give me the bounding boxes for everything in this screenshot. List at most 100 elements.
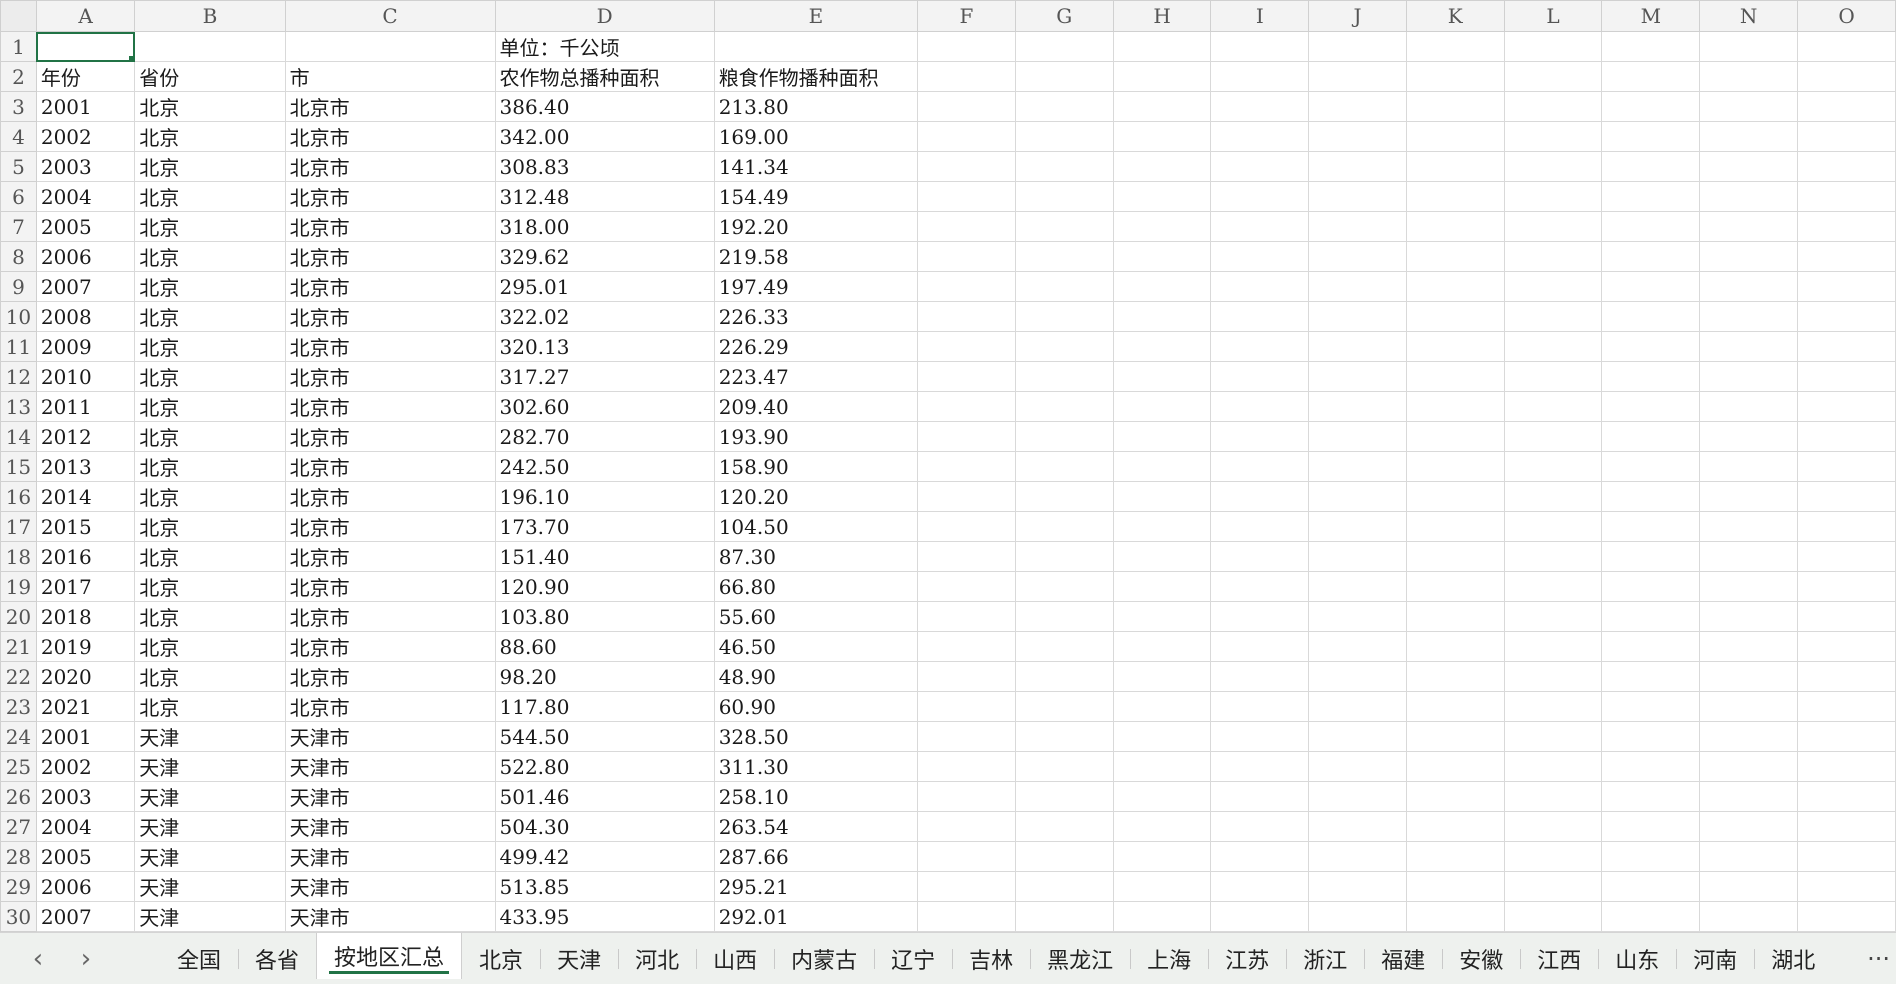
cell-o2[interactable]: [1797, 61, 1896, 92]
cell-j3[interactable]: [1308, 91, 1407, 122]
cell-c7[interactable]: 北京市: [284, 211, 496, 242]
cell-n19[interactable]: [1699, 571, 1799, 602]
cell-a29[interactable]: 2006: [35, 871, 136, 902]
cell-i23[interactable]: [1210, 691, 1310, 722]
row-header[interactable]: 3: [0, 91, 37, 122]
cell-k10[interactable]: [1405, 301, 1505, 332]
column-header-c[interactable]: C: [284, 0, 496, 32]
cell-d26[interactable]: 501.46: [494, 781, 715, 812]
cell-m11[interactable]: [1601, 331, 1701, 362]
cell-j24[interactable]: [1308, 721, 1407, 752]
cell-m16[interactable]: [1601, 481, 1701, 512]
cell-l3[interactable]: [1503, 91, 1603, 122]
cell-e2[interactable]: 粮食作物播种面积: [713, 61, 919, 92]
cell-h21[interactable]: [1112, 631, 1212, 662]
cell-c29[interactable]: 天津市: [284, 871, 496, 902]
cell-c22[interactable]: 北京市: [284, 661, 496, 692]
cell-m30[interactable]: [1601, 901, 1701, 932]
cell-f23[interactable]: [917, 691, 1016, 722]
cell-a25[interactable]: 2002: [35, 751, 136, 782]
cell-c3[interactable]: 北京市: [284, 91, 496, 122]
cell-i20[interactable]: [1210, 601, 1310, 632]
column-header-f[interactable]: F: [917, 0, 1016, 32]
cell-d14[interactable]: 282.70: [494, 421, 715, 452]
cell-d23[interactable]: 117.80: [494, 691, 715, 722]
cell-i27[interactable]: [1210, 811, 1310, 842]
cell-h11[interactable]: [1112, 331, 1212, 362]
cell-k2[interactable]: [1405, 61, 1505, 92]
cell-a17[interactable]: 2015: [35, 511, 136, 542]
cell-n8[interactable]: [1699, 241, 1799, 272]
cell-c28[interactable]: 天津市: [284, 841, 496, 872]
cell-k6[interactable]: [1405, 181, 1505, 212]
row-header[interactable]: 4: [0, 121, 37, 152]
sheet-tab[interactable]: 按地区汇总: [316, 933, 463, 979]
cell-d1[interactable]: 单位：千公顷: [494, 31, 715, 62]
cell-f24[interactable]: [917, 721, 1016, 752]
cell-l17[interactable]: [1503, 511, 1603, 542]
cell-a14[interactable]: 2012: [35, 421, 136, 452]
row-header[interactable]: 7: [0, 211, 37, 242]
cell-i1[interactable]: [1210, 31, 1310, 62]
cell-n7[interactable]: [1699, 211, 1799, 242]
cell-d25[interactable]: 522.80: [494, 751, 715, 782]
cell-o19[interactable]: [1797, 571, 1896, 602]
row-header[interactable]: 2: [0, 61, 37, 92]
cell-c21[interactable]: 北京市: [284, 631, 496, 662]
cell-b22[interactable]: 北京: [134, 661, 286, 692]
column-header-b[interactable]: B: [134, 0, 286, 32]
cell-o17[interactable]: [1797, 511, 1896, 542]
cell-n1[interactable]: [1699, 31, 1799, 62]
cell-a23[interactable]: 2021: [35, 691, 136, 722]
sheet-tab[interactable]: 黑龙江: [1030, 933, 1130, 985]
cell-i15[interactable]: [1210, 451, 1310, 482]
cell-k17[interactable]: [1405, 511, 1505, 542]
cell-n9[interactable]: [1699, 271, 1799, 302]
cell-d22[interactable]: 98.20: [494, 661, 715, 692]
cell-i30[interactable]: [1210, 901, 1310, 932]
cell-g30[interactable]: [1014, 901, 1114, 932]
cell-c19[interactable]: 北京市: [284, 571, 496, 602]
cell-a5[interactable]: 2003: [35, 151, 136, 182]
cell-i28[interactable]: [1210, 841, 1310, 872]
cell-g14[interactable]: [1014, 421, 1114, 452]
cell-b16[interactable]: 北京: [134, 481, 286, 512]
cell-f13[interactable]: [917, 391, 1016, 422]
cell-h23[interactable]: [1112, 691, 1212, 722]
cell-e12[interactable]: 223.47: [713, 361, 919, 392]
cell-m8[interactable]: [1601, 241, 1701, 272]
cell-g19[interactable]: [1014, 571, 1114, 602]
cell-d28[interactable]: 499.42: [494, 841, 715, 872]
row-header[interactable]: 1: [0, 31, 37, 62]
row-header[interactable]: 14: [0, 421, 37, 452]
cell-c4[interactable]: 北京市: [284, 121, 496, 152]
cell-e3[interactable]: 213.80: [713, 91, 919, 122]
cell-j18[interactable]: [1308, 541, 1407, 572]
cell-h25[interactable]: [1112, 751, 1212, 782]
cell-b9[interactable]: 北京: [134, 271, 286, 302]
cell-j10[interactable]: [1308, 301, 1407, 332]
cell-d30[interactable]: 433.95: [494, 901, 715, 932]
cell-g15[interactable]: [1014, 451, 1114, 482]
row-header[interactable]: 28: [0, 841, 37, 872]
cell-o20[interactable]: [1797, 601, 1896, 632]
cell-f26[interactable]: [917, 781, 1016, 812]
cell-b20[interactable]: 北京: [134, 601, 286, 632]
cell-a7[interactable]: 2005: [35, 211, 136, 242]
cell-b13[interactable]: 北京: [134, 391, 286, 422]
sheet-tab[interactable]: 江西: [1520, 933, 1598, 985]
cell-o1[interactable]: [1797, 31, 1896, 62]
cell-d7[interactable]: 318.00: [494, 211, 715, 242]
cell-j19[interactable]: [1308, 571, 1407, 602]
cell-e19[interactable]: 66.80: [713, 571, 919, 602]
cell-f4[interactable]: [917, 121, 1016, 152]
cell-e8[interactable]: 219.58: [713, 241, 919, 272]
cell-m26[interactable]: [1601, 781, 1701, 812]
cell-k28[interactable]: [1405, 841, 1505, 872]
cell-f17[interactable]: [917, 511, 1016, 542]
cell-a9[interactable]: 2007: [35, 271, 136, 302]
cell-m29[interactable]: [1601, 871, 1701, 902]
cell-b3[interactable]: 北京: [134, 91, 286, 122]
sheet-tab[interactable]: 内蒙古: [774, 933, 874, 985]
cell-n2[interactable]: [1699, 61, 1799, 92]
